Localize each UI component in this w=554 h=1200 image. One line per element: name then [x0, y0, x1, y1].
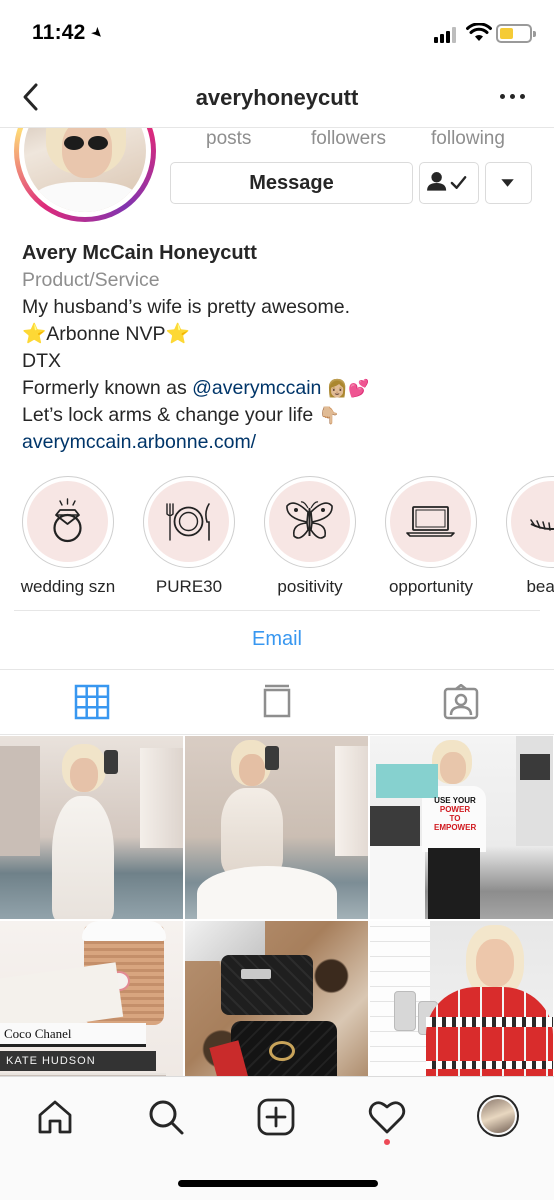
- bio-line: DTX: [22, 350, 61, 372]
- igtv-icon[interactable]: [259, 684, 295, 720]
- shirt-print: USE YOUR POWER TO EMPOWER: [434, 796, 477, 832]
- star-icon: ⭐: [22, 323, 47, 345]
- cellular-signal-icon: [434, 27, 460, 43]
- profile-stats: posts followers following: [170, 128, 540, 152]
- profile-tabs: [0, 669, 554, 735]
- profile-full-name: Avery McCain Honeycutt: [22, 242, 257, 264]
- eyelash-icon: [530, 519, 554, 531]
- top-navigation-bar: averyhoneycutt: [0, 66, 554, 128]
- bio-line: My husband’s wife is pretty awesome.: [22, 296, 351, 318]
- woman-emoji-icon: 👩🏼: [326, 379, 348, 398]
- battery-icon: [496, 24, 536, 43]
- website-link[interactable]: averymccain.arbonne.com/: [22, 429, 542, 456]
- plate-icon: [166, 503, 210, 541]
- status-time: 11:42 ➤: [32, 21, 108, 44]
- highlight-label: opportunity: [388, 577, 474, 596]
- grid-icon[interactable]: [74, 684, 110, 720]
- notification-dot: [384, 1139, 390, 1145]
- stat-following-label[interactable]: following: [431, 128, 505, 150]
- posts-grid: USE YOUR POWER TO EMPOWER Coco Chanel KA…: [0, 736, 554, 1076]
- status-bar: 11:42 ➤: [0, 0, 554, 66]
- triangle-down-icon: [501, 179, 514, 187]
- star-icon: ⭐: [165, 323, 190, 345]
- post-thumbnail[interactable]: [185, 736, 368, 919]
- profile-username: averyhoneycutt: [195, 85, 359, 110]
- hearts-emoji-icon: 💕: [347, 379, 370, 398]
- wifi-icon: [466, 23, 492, 41]
- stat-posts-label[interactable]: posts: [206, 128, 251, 150]
- highlight-label: PURE30: [155, 577, 223, 596]
- suggested-dropdown-button[interactable]: [485, 162, 532, 204]
- highlight-label: beauty: [526, 577, 554, 596]
- post-thumbnail[interactable]: Coco Chanel KATE HUDSON: [0, 921, 183, 1076]
- profile-category: Product/Service: [22, 269, 160, 291]
- book-spine: KATE HUDSON: [0, 1051, 156, 1071]
- bio-line: Let’s lock arms & change your life 👇🏼: [22, 404, 340, 426]
- profile-bio: Avery McCain Honeycutt Product/Service M…: [22, 240, 542, 456]
- tagged-icon[interactable]: [443, 684, 479, 720]
- stat-followers-label[interactable]: followers: [311, 128, 386, 150]
- post-thumbnail[interactable]: [185, 921, 368, 1076]
- pointing-down-emoji-icon: 👇🏼: [318, 406, 340, 425]
- location-arrow-icon: ➤: [87, 22, 108, 43]
- story-highlights: wedding szn PURE30 positivity opportunit…: [0, 476, 554, 606]
- post-thumbnail[interactable]: USE YOUR POWER TO EMPOWER: [370, 736, 553, 919]
- highlight-label: wedding szn: [20, 577, 116, 596]
- post-thumbnail[interactable]: [0, 736, 183, 919]
- search-icon[interactable]: [146, 1097, 186, 1137]
- message-button[interactable]: Message: [170, 162, 413, 204]
- laptop-icon: [406, 506, 455, 537]
- more-options-icon[interactable]: [500, 94, 526, 100]
- following-button[interactable]: [419, 162, 479, 204]
- new-post-icon[interactable]: [256, 1097, 296, 1137]
- divider: [14, 610, 540, 611]
- home-icon[interactable]: [35, 1097, 75, 1137]
- activity-heart-icon[interactable]: [367, 1097, 407, 1137]
- email-button[interactable]: Email: [0, 628, 554, 651]
- ring-icon: [53, 498, 82, 543]
- bio-line: Formerly known as @averymccain 👩🏼💕: [22, 377, 370, 399]
- bio-line: ⭐Arbonne NVP⭐: [22, 323, 190, 345]
- butterfly-icon: [286, 501, 333, 539]
- person-check-icon: [427, 172, 467, 191]
- highlight-label: positivity: [277, 577, 343, 596]
- post-thumbnail[interactable]: [370, 921, 553, 1076]
- mention-link[interactable]: @averymccain: [192, 377, 321, 399]
- book-spine: Coco Chanel: [0, 1023, 146, 1047]
- home-indicator[interactable]: [178, 1180, 378, 1187]
- profile-tab-avatar[interactable]: [477, 1095, 519, 1137]
